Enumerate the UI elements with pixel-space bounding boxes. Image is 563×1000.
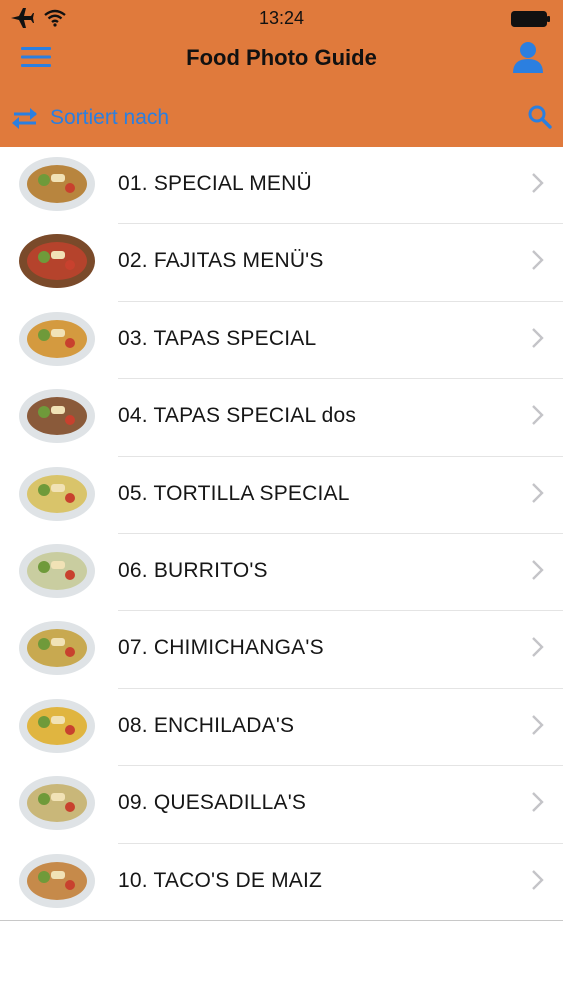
menu-item-label: 07. CHIMICHANGA'S (118, 636, 324, 660)
menu-list-item[interactable]: 04. TAPAS SPECIAL dos (0, 379, 563, 457)
chevron-right-icon (532, 714, 544, 735)
row-separator (0, 919, 563, 921)
menu-item-label: 10. TACO'S DE MAIZ (118, 868, 323, 892)
sort-bar: Sortiert nach (0, 98, 563, 138)
menu-item-label: 04. TAPAS SPECIAL dos (118, 404, 357, 428)
user-icon[interactable] (511, 40, 545, 74)
sort-label: Sortiert nach (50, 106, 170, 129)
chevron-right-icon (532, 792, 544, 812)
dish-thumbnail (18, 311, 96, 367)
menu-list: 01. SPECIAL MENÜ 02. FAJITAS MENÜ'S 03. TA… (0, 147, 563, 921)
dish-thumbnail (18, 233, 96, 289)
menu-item-label: 09. QUESADILLA'S (118, 791, 307, 815)
chevron-right-icon (532, 173, 544, 193)
search-icon[interactable] (527, 104, 553, 130)
chevron-right-icon (532, 250, 544, 271)
dish-thumbnail (18, 466, 96, 522)
menu-list-item[interactable]: 05. TORTILLA SPECIAL (0, 457, 563, 534)
dish-thumbnail (18, 853, 96, 909)
dish-thumbnail (18, 156, 96, 212)
status-time: 13:24 (258, 8, 305, 28)
nav-bar: Food Photo Guide (0, 36, 563, 80)
menu-list-item[interactable]: 03. TAPAS SPECIAL (0, 302, 563, 380)
app-header: 13:24 Food Photo Guide Sortiert nach (0, 0, 563, 147)
sort-button[interactable]: Sortiert nach (10, 98, 169, 138)
menu-list-item[interactable]: 08. ENCHILADA'S (0, 689, 563, 767)
menu-item-label: 03. TAPAS SPECIAL (118, 326, 317, 350)
chevron-right-icon (532, 560, 544, 580)
page-title: Food Photo Guide (186, 45, 377, 70)
menu-list-item[interactable]: 10. TACO'S DE MAIZ (0, 844, 563, 921)
menu-list-item[interactable]: 06. BURRITO'S (0, 534, 563, 612)
dish-thumbnail (18, 620, 96, 676)
menu-item-label: 05. TORTILLA SPECIAL (118, 481, 350, 505)
menu-item-label: 08. ENCHILADA'S (118, 713, 295, 737)
menu-item-label: 06. BURRITO'S (118, 558, 268, 582)
chevron-right-icon (532, 482, 544, 503)
swap-arrows-icon (12, 108, 37, 129)
menu-list-item[interactable]: 07. CHIMICHANGA'S (0, 611, 563, 689)
chevron-right-icon (532, 327, 544, 348)
dish-thumbnail (18, 543, 96, 599)
menu-list-item[interactable]: 01. SPECIAL MENÜ (0, 147, 563, 225)
chevron-right-icon (532, 637, 544, 658)
battery-icon (511, 11, 550, 27)
chevron-right-icon (532, 869, 544, 890)
menu-item-label: 01. SPECIAL MENÜ (118, 172, 312, 195)
dish-thumbnail (18, 775, 96, 831)
dish-thumbnail (18, 698, 96, 754)
status-bar: 13:24 (0, 0, 563, 38)
menu-list-item[interactable]: 09. QUESADILLA'S (0, 766, 563, 844)
dish-thumbnail (18, 388, 96, 444)
menu-item-label: 02. FAJITAS MENÜ'S (118, 249, 324, 273)
chevron-right-icon (532, 405, 544, 426)
menu-list-item[interactable]: 02. FAJITAS MENÜ'S (0, 224, 563, 302)
